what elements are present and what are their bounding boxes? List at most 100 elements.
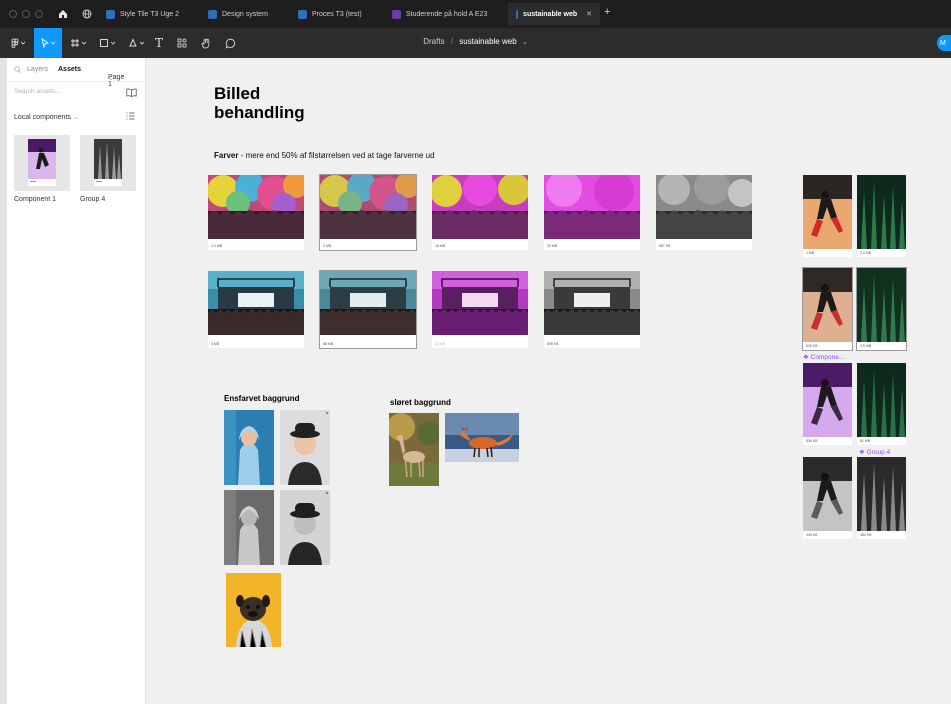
- festival-grayscale-photo: [656, 175, 752, 239]
- local-components-label: Local components: [14, 114, 71, 121]
- image-card-festival-duotone[interactable]: 18 MB: [432, 175, 528, 250]
- tab-sustainable-web[interactable]: sustainable web ✕: [508, 3, 600, 25]
- file-size-label: 445 KB: [806, 533, 818, 537]
- community-button[interactable]: [76, 3, 98, 25]
- tab-style-tile[interactable]: Style Tile T3 Uge 2: [98, 3, 187, 25]
- man-with-hat-photo[interactable]: [280, 410, 330, 485]
- image-card-cactus-grayscale[interactable]: 384 KB: [857, 457, 906, 539]
- image-card-cactus-green[interactable]: 61 MB: [857, 363, 906, 445]
- hoodie-person-grayscale-photo[interactable]: [224, 490, 274, 565]
- section-title-blurred-background: sløret baggrund: [390, 398, 451, 407]
- home-button[interactable]: [52, 3, 74, 25]
- avatar-initial: M: [940, 39, 946, 47]
- image-card-concert-original[interactable]: 3 MB: [208, 271, 304, 348]
- image-card-concert-compressed[interactable]: 58 MB: [319, 270, 417, 349]
- image-card-cactus-compressed[interactable]: 3,5 MB: [856, 267, 907, 351]
- concert-magenta-photo: [432, 271, 528, 335]
- file-size-label: 18 MB: [435, 342, 446, 346]
- library-book-icon[interactable]: [126, 88, 137, 99]
- image-card-concert-magenta[interactable]: 18 MB: [432, 271, 528, 348]
- file-name[interactable]: sustainable web: [459, 37, 516, 46]
- cactus-photo: [857, 268, 906, 342]
- tab-label: Design system: [222, 10, 268, 18]
- search-assets-placeholder: Search assets...: [14, 88, 61, 95]
- file-size-label: 2,3 MB: [211, 244, 223, 248]
- file-size-label: 3 MB: [211, 342, 220, 346]
- figma-file-icon: [106, 9, 115, 19]
- file-size-label: 384 KB: [860, 533, 872, 537]
- tab-proces[interactable]: Proces T3 (test): [290, 3, 370, 25]
- section-title-solid-background: Ensfarvet baggrund: [224, 394, 300, 403]
- tab-assets[interactable]: Assets: [58, 66, 81, 73]
- file-size-label: 18 MB: [435, 244, 446, 248]
- file-size-label: 836 KB: [806, 439, 818, 443]
- window-left-edge: [0, 58, 7, 704]
- image-card-festival-compressed[interactable]: 2 MB: [319, 174, 417, 251]
- file-size-label: 898 KB: [547, 342, 559, 346]
- tab-label: sustainable web: [523, 10, 578, 18]
- component-thumbnail-group-4[interactable]: [80, 135, 136, 191]
- image-card-festival-original[interactable]: 2,3 MB: [208, 175, 304, 250]
- component-thumbnail-component-1[interactable]: [14, 135, 70, 191]
- cactus-grayscale-photo: [857, 457, 906, 531]
- pug-yellow-background-photo[interactable]: [226, 573, 281, 647]
- local-components-header[interactable]: Local components ⌄: [14, 113, 79, 121]
- colors-subtitle: Farver - mere end 50% af filstørrelsen v…: [214, 151, 435, 160]
- woman-sitting-photo: [803, 175, 852, 249]
- tab-studerende[interactable]: Studerende på hold A E23: [384, 3, 495, 25]
- sidebar-tabs: Layers Assets Page 1 ⌄: [7, 58, 146, 88]
- browser-tab-bar: Style Tile T3 Uge 2 Design system Proces…: [0, 0, 951, 28]
- image-card-cactus-original[interactable]: 2,3 MB: [857, 175, 906, 257]
- file-size-label: 58 MB: [323, 342, 334, 346]
- deer-blurred-background-photo[interactable]: [389, 413, 439, 486]
- subtitle-bold: Farver: [214, 151, 239, 160]
- file-size-label: 33 MB: [547, 244, 558, 248]
- chevron-down-icon[interactable]: ⌄: [522, 39, 528, 46]
- tab-label: Studerende på hold A E23: [406, 10, 488, 18]
- image-card-woman-purple[interactable]: 836 KB: [803, 363, 852, 445]
- component-1-frame-label[interactable]: ❖ Compone...: [803, 353, 844, 361]
- file-size-label: 2,3 MB: [860, 251, 872, 255]
- avatar[interactable]: M: [937, 35, 951, 51]
- image-card-woman-grayscale[interactable]: 445 KB: [803, 457, 852, 539]
- new-tab-icon[interactable]: +: [604, 6, 610, 18]
- woman-sitting-photo: [803, 268, 852, 342]
- file-breadcrumb: Drafts / sustainable web ⌄: [0, 37, 951, 46]
- figjam-file-icon: [392, 9, 401, 19]
- group-4-frame-label[interactable]: ❖ Group 4: [859, 448, 890, 456]
- component-label: Component 1: [14, 196, 57, 203]
- breadcrumb-drafts[interactable]: Drafts: [423, 37, 444, 46]
- maximize-window-icon[interactable]: [35, 10, 43, 18]
- concert-grayscale-photo: [544, 271, 640, 335]
- image-card-festival-magenta[interactable]: 33 MB: [544, 175, 640, 250]
- home-icon: [59, 10, 67, 18]
- search-layers-icon[interactable]: [14, 66, 21, 75]
- festival-color-photo: [208, 175, 304, 239]
- cactus-photo: [857, 175, 906, 249]
- image-card-concert-grayscale[interactable]: 898 KB: [544, 271, 640, 348]
- design-canvas[interactable]: Billed behandling Farver - mere end 50% …: [146, 58, 951, 704]
- subtitle-text: - mere end 50% af filstørrelsen ved at t…: [238, 151, 435, 160]
- minimize-window-icon[interactable]: [22, 10, 30, 18]
- file-size-label: 2 MB: [323, 244, 332, 248]
- image-card-woman-compressed[interactable]: 825 KB: [802, 267, 853, 351]
- page-title-line-2: behandling: [214, 103, 305, 122]
- search-assets-input[interactable]: Search assets...: [14, 88, 61, 95]
- tab-label: Style Tile T3 Uge 2: [120, 10, 180, 18]
- tab-design-system[interactable]: Design system: [200, 3, 276, 25]
- hoodie-person-photo[interactable]: [224, 410, 274, 485]
- man-with-hat-grayscale-photo[interactable]: [280, 490, 330, 565]
- fox-blurred-background-photo[interactable]: [445, 413, 519, 462]
- close-window-icon[interactable]: [9, 10, 17, 18]
- image-card-woman-original[interactable]: 1 MB: [803, 175, 852, 257]
- figma-file-icon: [208, 9, 217, 19]
- woman-grayscale-photo: [803, 457, 852, 531]
- image-card-festival-grayscale[interactable]: 887 KB: [656, 175, 752, 250]
- list-view-icon[interactable]: [126, 112, 135, 122]
- close-tab-icon[interactable]: ✕: [586, 10, 592, 18]
- tab-layers[interactable]: Layers: [27, 66, 48, 73]
- chevron-down-icon: ⌄: [72, 114, 79, 121]
- concert-photo: [208, 271, 304, 335]
- page-title-line-1: Billed: [214, 84, 261, 103]
- file-size-label: 3,5 MB: [860, 344, 872, 348]
